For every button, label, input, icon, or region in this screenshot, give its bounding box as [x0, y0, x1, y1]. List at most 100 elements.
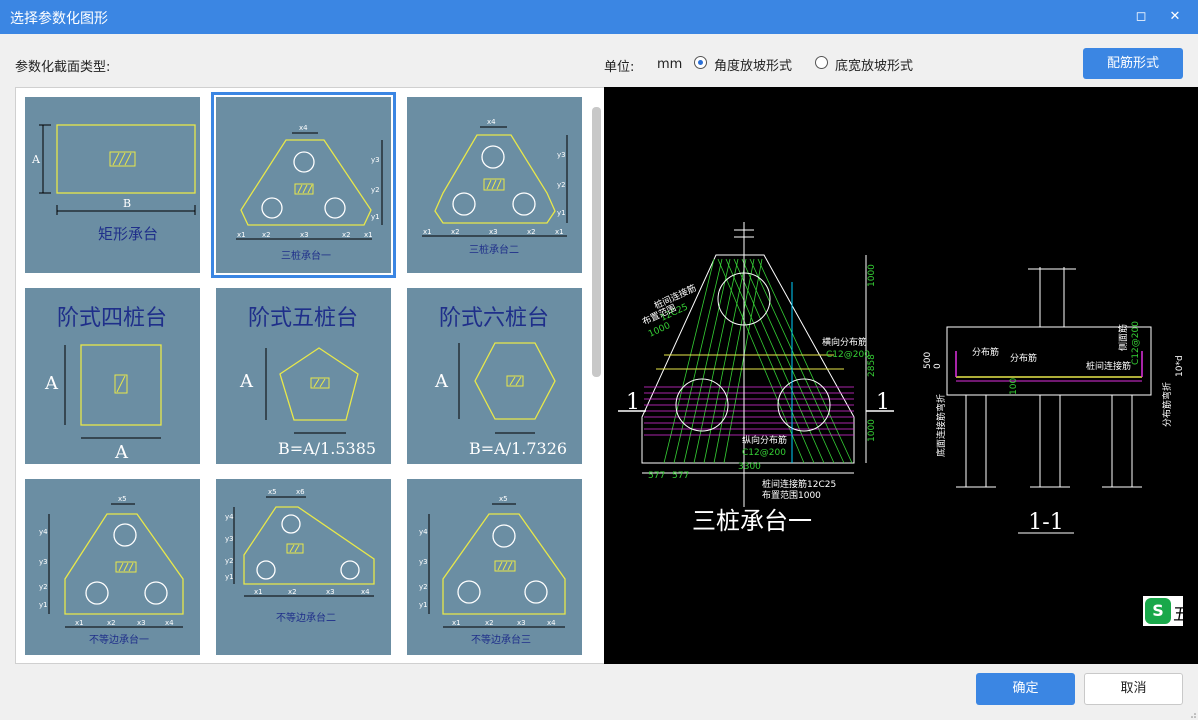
- svg-text:x1: x1: [555, 228, 564, 236]
- svg-text:577: 577: [648, 471, 665, 481]
- tile-rect-cap[interactable]: A B 矩形承台: [25, 97, 200, 273]
- svg-text:y3: y3: [39, 558, 48, 566]
- wps-text: 五: [1173, 605, 1190, 625]
- svg-text:y1: y1: [225, 573, 234, 581]
- svg-text:x6: x6: [296, 488, 305, 496]
- svg-text:y1: y1: [557, 209, 566, 217]
- wps-floating-badge[interactable]: S 五: [1143, 596, 1190, 626]
- tile-three-pile-cap-2[interactable]: x4 y3 y2 y1 x1 x2 x3 x2 x1 三桩承台二: [407, 97, 582, 273]
- tile9-label: 不等边承台三: [471, 633, 531, 646]
- svg-text:分布筋: 分布筋: [1010, 352, 1037, 364]
- svg-text:y3: y3: [557, 151, 566, 159]
- svg-text:x4: x4: [487, 118, 496, 126]
- svg-text:y3: y3: [371, 156, 380, 164]
- svg-text:B=A/1.7326: B=A/1.7326: [469, 439, 567, 458]
- svg-text:0: 0: [933, 363, 943, 369]
- tile-unequal-cap-3[interactable]: x5 y4 y3 y2 y1 x1 x2 x3 x4 不等边承台三: [407, 479, 582, 655]
- svg-text:底面连接筋弯折: 底面连接筋弯折: [935, 394, 947, 457]
- svg-text:侧面筋: 侧面筋: [1117, 324, 1129, 351]
- svg-text:y3: y3: [419, 558, 428, 566]
- svg-text:x3: x3: [300, 231, 309, 239]
- svg-text:1: 1: [876, 390, 890, 415]
- svg-text:x1: x1: [237, 231, 246, 239]
- tile3-label: 三桩承台二: [469, 243, 519, 256]
- svg-text:y1: y1: [371, 213, 380, 221]
- section-type-gallery: A B 矩形承台 x4 y3 y2 y1 x1 x2 x3 x2 x1 三桩承台…: [15, 87, 605, 664]
- svg-text:y4: y4: [225, 513, 234, 521]
- section-type-label: 参数化截面类型:: [15, 60, 111, 75]
- svg-text:x1: x1: [254, 588, 263, 596]
- svg-text:x3: x3: [517, 619, 526, 627]
- svg-text:x3: x3: [489, 228, 498, 236]
- svg-text:x4: x4: [165, 619, 174, 627]
- tile1-dim-a: A: [31, 153, 41, 166]
- tile-step-five-pile[interactable]: 阶式五桩台 A B=A/1.5385: [216, 288, 391, 464]
- svg-text:x5: x5: [499, 495, 508, 503]
- tile7-label: 不等边承台一: [89, 633, 149, 646]
- svg-text:A: A: [239, 371, 254, 392]
- svg-text:x2: x2: [485, 619, 494, 627]
- svg-text:C12@200: C12@200: [826, 350, 870, 360]
- svg-text:x3: x3: [137, 619, 146, 627]
- tile-step-six-pile[interactable]: 阶式六桩台 A B=A/1.7326: [407, 288, 582, 464]
- svg-text:x1: x1: [364, 231, 373, 239]
- ok-button[interactable]: 确定: [976, 673, 1075, 705]
- svg-text:桩间连接筋: 桩间连接筋: [1086, 360, 1131, 372]
- radio-angle-label[interactable]: 角度放坡形式: [714, 55, 792, 74]
- svg-text:y4: y4: [419, 528, 428, 536]
- window-title: 选择参数化图形: [10, 11, 108, 27]
- svg-text:A: A: [44, 373, 59, 394]
- svg-text:x4: x4: [547, 619, 556, 627]
- tile-three-pile-cap-1[interactable]: x4 y3 y2 y1 x1 x2 x3 x2 x1 三桩承台一: [211, 92, 396, 278]
- svg-text:10*d: 10*d: [1175, 355, 1185, 377]
- unit-label: 单位:: [604, 60, 635, 75]
- tile8-label: 不等边承台二: [276, 611, 336, 624]
- radio-angle-slope[interactable]: [694, 56, 707, 69]
- svg-text:x3: x3: [326, 588, 335, 596]
- svg-text:B=A/1.5385: B=A/1.5385: [278, 439, 376, 458]
- svg-text:y4: y4: [39, 528, 48, 536]
- radio-width-label[interactable]: 底宽放坡形式: [835, 55, 913, 74]
- svg-text:x1: x1: [452, 619, 461, 627]
- svg-text:577: 577: [672, 471, 689, 481]
- svg-text:y1: y1: [419, 601, 428, 609]
- svg-text:布置范围1000: 布置范围1000: [762, 489, 821, 501]
- svg-text:x5: x5: [268, 488, 277, 496]
- svg-text:y1: y1: [39, 601, 48, 609]
- tile-step-four-pile[interactable]: 阶式四桩台 A A: [25, 288, 200, 464]
- gallery-scrollbar[interactable]: [592, 107, 601, 377]
- tile6-label: 阶式六桩台: [439, 306, 549, 331]
- close-icon[interactable]: ✕: [1164, 6, 1186, 28]
- svg-text:3300: 3300: [738, 462, 761, 472]
- preview-plan-title: 三桩承台一: [692, 507, 812, 535]
- tile-unequal-cap-1[interactable]: x5 y4 y3 y2 y1 x1 x2 x3 x4 不等边承台一: [25, 479, 200, 655]
- svg-text:x2: x2: [342, 231, 351, 239]
- unit-value: mm: [657, 57, 683, 72]
- svg-text:x4: x4: [299, 124, 308, 132]
- cancel-button[interactable]: 取消: [1084, 673, 1183, 705]
- preview-canvas: 1 1 1000 2858 1000 3300 577 577 桩间连接筋 12…: [604, 87, 1198, 664]
- radio-width-slope[interactable]: [815, 56, 828, 69]
- svg-text:1000: 1000: [867, 419, 877, 442]
- rebar-form-button[interactable]: 配筋形式: [1083, 48, 1183, 79]
- svg-text:横向分布筋: 横向分布筋: [822, 336, 867, 348]
- tile2-label: 三桩承台一: [281, 249, 331, 262]
- tile-unequal-cap-2[interactable]: x5 x6 y4 y3 y2 y1 x1 x2 x3 x4 不等边承台二: [216, 479, 391, 655]
- tile4-label: 阶式四桩台: [57, 306, 167, 331]
- preview-section-title: 1-1: [1028, 510, 1063, 535]
- svg-text:x5: x5: [118, 495, 127, 503]
- maximize-icon[interactable]: ◻: [1130, 6, 1152, 28]
- svg-text:y2: y2: [225, 557, 234, 565]
- svg-text:分布筋: 分布筋: [972, 346, 999, 358]
- svg-text:x1: x1: [423, 228, 432, 236]
- tile1-dim-b: B: [123, 197, 131, 210]
- svg-text:1000: 1000: [867, 264, 877, 287]
- svg-text:y2: y2: [39, 583, 48, 591]
- title-bar: 选择参数化图形 ◻ ✕: [0, 0, 1198, 34]
- svg-text:y2: y2: [419, 583, 428, 591]
- svg-text:100: 100: [1009, 378, 1019, 395]
- svg-text:1: 1: [626, 390, 640, 415]
- resize-grip-icon[interactable]: [1188, 710, 1196, 718]
- wps-logo-icon: S: [1145, 598, 1171, 624]
- svg-text:x2: x2: [451, 228, 460, 236]
